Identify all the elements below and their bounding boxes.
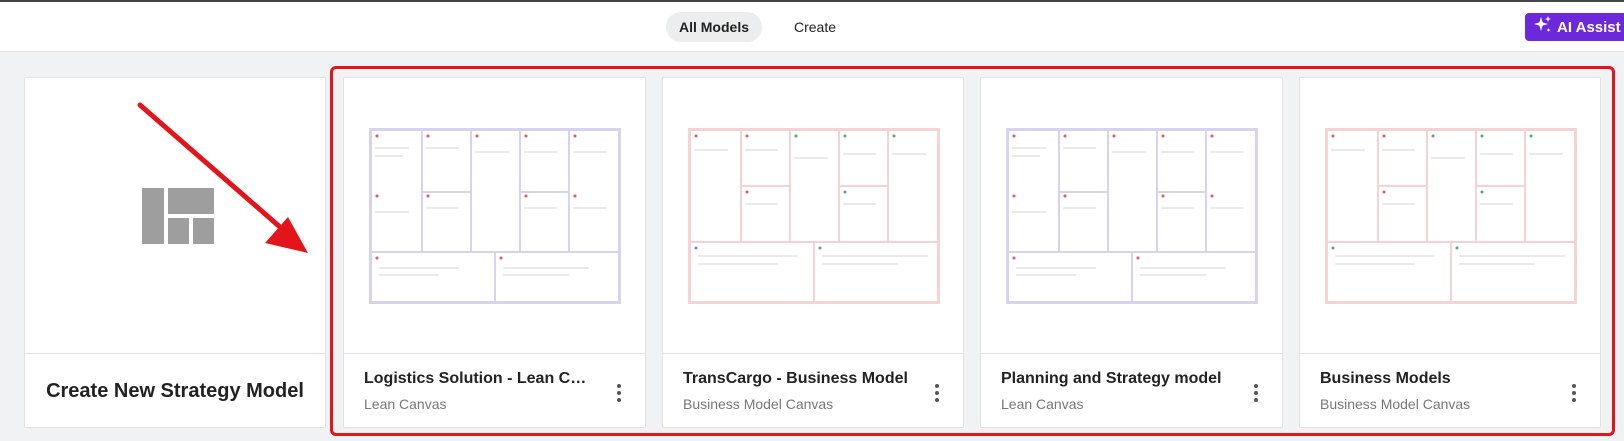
model-card[interactable]: TransCargo - Business Model Business Mod… — [662, 77, 964, 428]
model-card-footer: Planning and Strategy model Lean Canvas — [981, 353, 1282, 429]
more-options-icon[interactable] — [607, 381, 631, 405]
model-type: Business Model Canvas — [1320, 396, 1471, 412]
model-card[interactable]: Logistics Solution - Lean Canvas Lean Ca… — [343, 77, 646, 428]
model-thumbnail — [981, 78, 1282, 353]
model-type: Business Model Canvas — [683, 396, 834, 412]
model-card-footer: Business Models Business Model Canvas — [1300, 353, 1600, 429]
lean-canvas-thumbnail — [1006, 128, 1258, 304]
model-thumbnail — [344, 78, 645, 353]
business-model-canvas-thumbnail — [1325, 128, 1577, 304]
model-card-footer: TransCargo - Business Model Business Mod… — [663, 353, 963, 429]
create-new-model-card[interactable]: Create New Strategy Model — [24, 77, 326, 428]
top-header: All Models Create AI Assist — [0, 2, 1624, 52]
model-card[interactable]: Business Models Business Model Canvas — [1299, 77, 1601, 428]
create-new-model-label: Create New Strategy Model — [46, 380, 304, 402]
create-card-preview — [25, 78, 325, 353]
create-card-footer: Create New Strategy Model — [25, 353, 325, 429]
model-title: Logistics Solution - Lean Canvas — [364, 370, 594, 387]
more-options-icon[interactable] — [1562, 381, 1586, 405]
model-title: Business Models — [1320, 370, 1451, 387]
ai-assist-button[interactable]: AI Assist — [1525, 13, 1624, 41]
more-options-icon[interactable] — [925, 381, 949, 405]
model-type: Lean Canvas — [364, 396, 447, 412]
tab-create[interactable]: Create — [778, 12, 852, 42]
more-options-icon[interactable] — [1244, 381, 1268, 405]
model-title: Planning and Strategy model — [1001, 370, 1222, 387]
model-thumbnail — [663, 78, 963, 353]
model-type: Lean Canvas — [1001, 396, 1084, 412]
business-model-canvas-thumbnail — [688, 128, 940, 304]
tab-all-models[interactable]: All Models — [666, 12, 762, 42]
model-title: TransCargo - Business Model — [683, 370, 908, 387]
ai-assist-label: AI Assist — [1557, 18, 1621, 36]
lean-canvas-thumbnail — [369, 128, 621, 304]
sparkle-icon — [1533, 15, 1553, 39]
model-card[interactable]: Planning and Strategy model Lean Canvas — [980, 77, 1283, 428]
model-thumbnail — [1300, 78, 1600, 353]
layout-template-icon — [142, 188, 214, 244]
model-card-footer: Logistics Solution - Lean Canvas Lean Ca… — [344, 353, 645, 429]
